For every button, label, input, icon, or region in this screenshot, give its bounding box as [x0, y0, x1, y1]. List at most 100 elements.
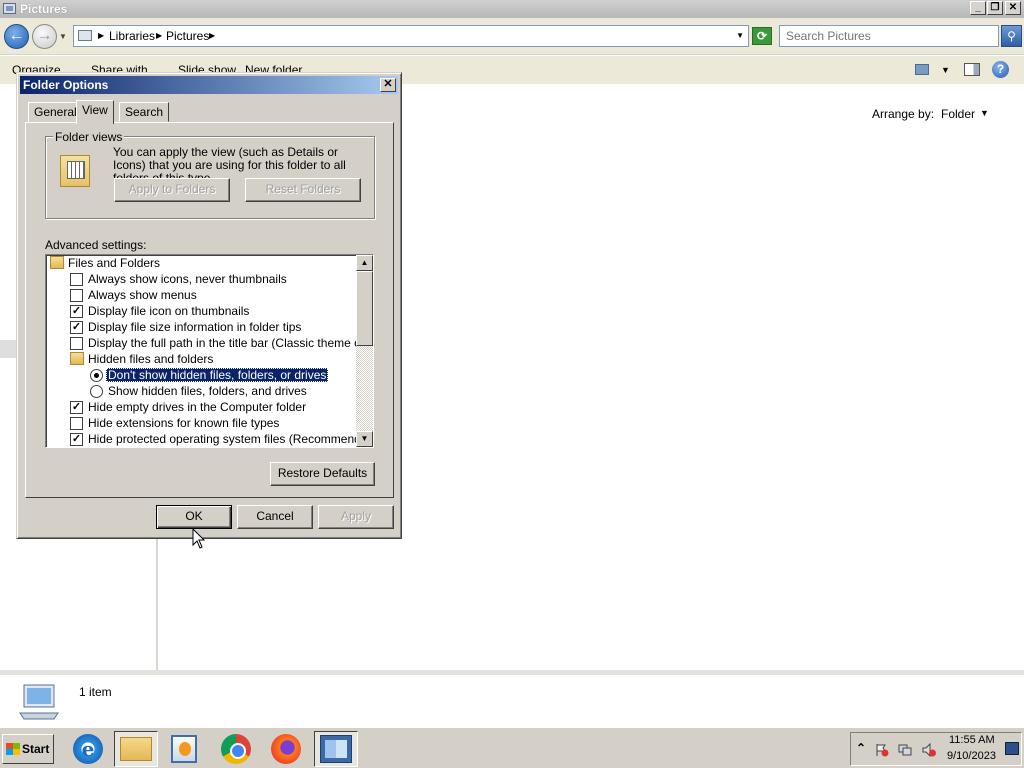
breadcrumb-arrow-icon[interactable]: ▶ — [98, 31, 104, 40]
taskbar-windows-explorer[interactable] — [114, 731, 158, 767]
address-field[interactable]: ▶ Libraries ▶ Pictures ▶ ▼ — [73, 25, 749, 47]
breadcrumb-libraries[interactable]: Libraries — [109, 29, 155, 43]
folder-icon — [70, 352, 84, 365]
apply-to-folders-button[interactable]: Apply to Folders — [114, 178, 230, 202]
breadcrumb-arrow-icon[interactable]: ▶ — [209, 31, 215, 40]
breadcrumb-arrow-icon[interactable]: ▶ — [156, 31, 162, 40]
network-icon[interactable] — [898, 743, 912, 757]
arrange-by-label: Arrange by: — [872, 107, 935, 121]
tab-search[interactable]: Search — [119, 102, 170, 122]
clock-time[interactable]: 11:55 AM — [949, 734, 995, 746]
address-bar: ← → ▼ ▶ Libraries ▶ Pictures ▶ ▼ ⟳ ⚲ — [0, 18, 1024, 55]
minimize-button[interactable]: _ — [970, 1, 986, 15]
checkbox[interactable] — [70, 289, 83, 302]
settings-checkbox-option[interactable]: Always show menus — [46, 287, 357, 303]
settings-radio-option[interactable]: Don't show hidden files, folders, or dri… — [46, 367, 357, 383]
search-input[interactable] — [786, 29, 986, 43]
radio-button[interactable] — [90, 369, 103, 382]
ok-button[interactable]: OK — [156, 505, 232, 529]
settings-category: Files and Folders — [46, 255, 357, 271]
settings-option-label: Hidden files and folders — [88, 352, 214, 366]
settings-checkbox-option[interactable]: Hide extensions for known file types — [46, 415, 357, 431]
window-title: Pictures — [20, 2, 68, 16]
checkbox[interactable]: ✓ — [70, 321, 83, 334]
taskbar-media-player[interactable] — [162, 731, 206, 767]
advanced-settings-scrollbar[interactable]: ▲ ▼ — [356, 255, 373, 447]
change-view-icon[interactable] — [915, 64, 929, 75]
settings-checkbox-option[interactable]: ✓ Hide empty drives in the Computer folde… — [46, 399, 357, 415]
taskbar-internet-explorer[interactable]: e — [66, 731, 110, 767]
arrange-by-value[interactable]: Folder — [941, 107, 975, 121]
tab-view[interactable]: View — [76, 100, 114, 124]
preview-pane-icon[interactable] — [964, 63, 980, 76]
details-pane: 1 item — [0, 670, 1024, 725]
show-hidden-icons-icon[interactable]: ⌃ — [856, 741, 866, 755]
cancel-button[interactable]: Cancel — [237, 505, 313, 529]
taskbar-chrome[interactable] — [214, 731, 258, 767]
search-icon: ⚲ — [1007, 29, 1016, 43]
internet-explorer-icon: e — [73, 734, 103, 764]
apply-button[interactable]: Apply — [318, 505, 394, 529]
settings-option-label: Hide protected operating system files (R… — [88, 432, 374, 446]
checkbox[interactable]: ✓ — [70, 305, 83, 318]
settings-option-label: Hide extensions for known file types — [88, 416, 280, 430]
settings-option-label: Show hidden files, folders, and drives — [108, 384, 307, 398]
volume-muted-icon[interactable] — [922, 743, 936, 757]
reset-folders-button[interactable]: Reset Folders — [245, 178, 361, 202]
checkbox[interactable]: ✓ — [70, 401, 83, 414]
dialog-close-button[interactable]: ✕ — [380, 78, 396, 92]
action-center-flag-icon[interactable] — [875, 743, 889, 757]
checkbox[interactable] — [70, 337, 83, 350]
library-icon — [3, 3, 16, 14]
settings-option-label: Hide empty drives in the Computer folder — [88, 400, 307, 414]
forward-arrow-icon: → — [36, 27, 53, 44]
arrow-up-icon: ▲ — [360, 258, 369, 267]
search-box[interactable] — [779, 25, 999, 47]
arrow-down-icon: ▼ — [360, 434, 369, 443]
media-player-icon — [171, 735, 197, 763]
taskbar-firefox[interactable] — [264, 731, 308, 767]
maximize-button[interactable]: ❐ — [987, 1, 1003, 15]
breadcrumb-pictures[interactable]: Pictures — [166, 29, 209, 43]
settings-radio-option[interactable]: Show hidden files, folders, and drives — [46, 383, 357, 399]
navigation-pane-splitter[interactable] — [0, 340, 16, 358]
advanced-settings-list[interactable]: Files and Folders Always show icons, neve… — [45, 254, 374, 448]
forward-button[interactable]: → — [32, 24, 57, 49]
folder-icon — [120, 737, 152, 761]
checkbox[interactable] — [70, 273, 83, 286]
back-button[interactable]: ← — [4, 24, 29, 49]
recent-pages-dropdown-icon[interactable]: ▼ — [59, 32, 67, 41]
refresh-button[interactable]: ⟳ — [752, 27, 772, 45]
start-button[interactable]: Start — [2, 734, 54, 764]
back-arrow-icon: ← — [8, 27, 25, 44]
clock-date[interactable]: 9/10/2023 — [947, 750, 996, 762]
restore-defaults-button[interactable]: Restore Defaults — [270, 462, 375, 486]
search-button[interactable]: ⚲ — [1001, 25, 1022, 47]
settings-checkbox-option[interactable]: ✓ Display file size information in folder… — [46, 319, 357, 335]
close-button[interactable]: ✕ — [1005, 1, 1021, 15]
folder-views-icon — [60, 155, 90, 187]
scroll-thumb[interactable] — [356, 271, 373, 346]
start-label: Start — [22, 742, 50, 756]
show-desktop-icon[interactable] — [1005, 742, 1019, 755]
settings-checkbox-option[interactable]: ✓ Display file icon on thumbnails — [46, 303, 357, 319]
settings-option-label: Don't show hidden files, folders, or dri… — [106, 368, 329, 382]
settings-checkbox-option[interactable]: Display the full path in the title bar (… — [46, 335, 373, 351]
radio-button[interactable] — [90, 385, 103, 398]
arrange-by-dropdown-icon[interactable]: ▼ — [980, 108, 989, 118]
settings-checkbox-option[interactable]: ✓ Hide protected operating system files (… — [46, 431, 373, 447]
settings-checkbox-option[interactable]: Always show icons, never thumbnails — [46, 271, 357, 287]
address-history-dropdown-icon[interactable]: ▼ — [736, 31, 744, 40]
window-titlebar: Pictures _ ❐ ✕ — [0, 0, 1024, 18]
view-options-dropdown-icon[interactable]: ▼ — [941, 65, 950, 75]
checkbox[interactable]: ✓ — [70, 433, 83, 446]
scroll-down-button[interactable]: ▼ — [356, 431, 373, 447]
tab-general[interactable]: General — [28, 102, 83, 122]
scroll-up-button[interactable]: ▲ — [356, 255, 373, 271]
folder-icon — [50, 256, 64, 269]
settings-option-label: Display file icon on thumbnails — [88, 304, 250, 318]
taskbar-control-panel[interactable] — [314, 731, 358, 767]
control-panel-icon — [320, 735, 352, 763]
checkbox[interactable] — [70, 417, 83, 430]
help-icon[interactable]: ? — [992, 61, 1009, 78]
